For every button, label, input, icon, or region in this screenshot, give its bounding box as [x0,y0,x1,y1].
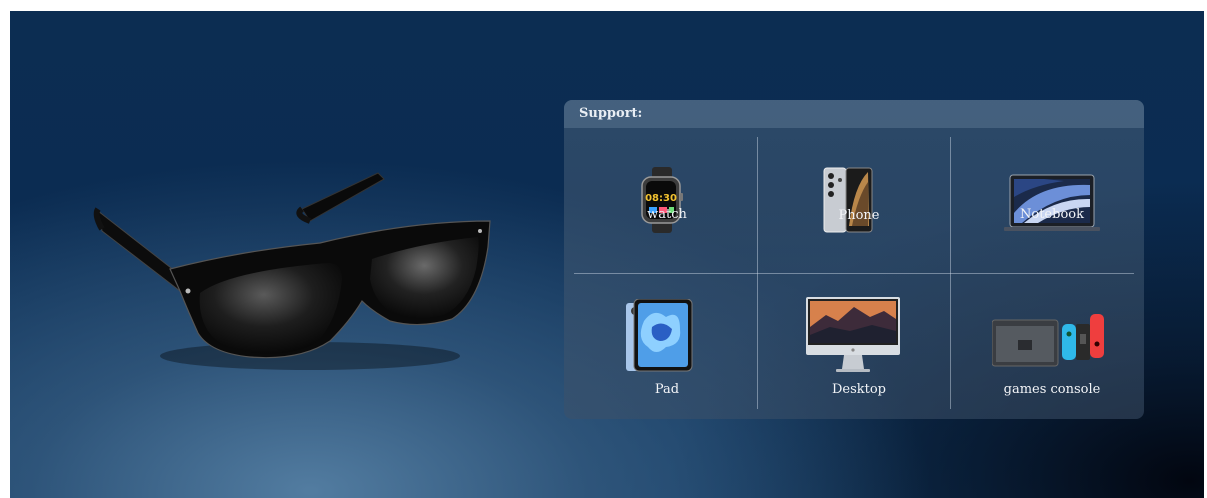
device-label-phone: Phone [838,208,880,223]
product-banner: Support: 08:30 watch Phone Notebook Pad … [10,11,1204,498]
smartphone-icon [823,167,873,233]
device-label-desktop: Desktop [831,382,887,397]
support-panel: Support: 08:30 watch Phone Notebook Pad … [564,100,1144,419]
device-label-pad: Pad [654,382,680,397]
svg-text:08:30: 08:30 [645,193,677,204]
device-phone: Phone [766,137,952,273]
device-games-console: games console [959,273,1144,409]
device-grid: 08:30 watch Phone Notebook Pad Desktop g… [574,137,1134,409]
device-label-games-console: games console [1003,382,1101,397]
smartwatch-icon: 08:30 [641,167,683,233]
tablet-icon [626,299,693,372]
device-pad: Pad [574,273,760,409]
device-notebook: Notebook [959,137,1144,273]
device-label-notebook: Notebook [1020,207,1084,222]
game-console-icon [992,314,1104,367]
laptop-icon [1004,174,1100,231]
desktop-computer-icon [806,297,900,372]
device-watch: 08:30 watch [574,137,760,273]
device-desktop: Desktop [766,273,952,409]
support-title: Support: [564,100,1144,128]
sunglasses-image [93,172,491,370]
device-label-watch: watch [647,207,687,222]
